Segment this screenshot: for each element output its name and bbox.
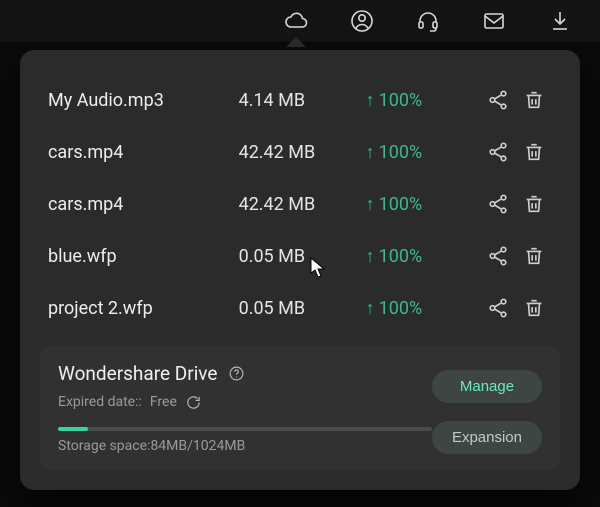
- table-row: cars.mp4 42.42 MB ↑100%: [48, 126, 552, 178]
- table-row: project 2.wfp 0.05 MB ↑100%: [48, 282, 552, 334]
- trash-icon[interactable]: [516, 245, 552, 267]
- file-name: project 2.wfp: [48, 298, 239, 319]
- expired-value: Free: [150, 394, 177, 410]
- file-name: cars.mp4: [48, 194, 239, 215]
- upload-arrow-icon: ↑: [366, 298, 375, 319]
- profile-icon[interactable]: [350, 9, 374, 33]
- share-icon[interactable]: [480, 297, 516, 319]
- trash-icon[interactable]: [516, 297, 552, 319]
- upload-arrow-icon: ↑: [366, 142, 375, 163]
- file-list: My Audio.mp3 4.14 MB ↑100% cars.mp4 42.4…: [40, 68, 560, 346]
- cloud-popover: My Audio.mp3 4.14 MB ↑100% cars.mp4 42.4…: [20, 50, 580, 490]
- trash-icon[interactable]: [516, 141, 552, 163]
- share-icon[interactable]: [480, 141, 516, 163]
- file-size: 4.14 MB: [239, 90, 366, 111]
- file-size: 0.05 MB: [239, 246, 366, 267]
- file-name: My Audio.mp3: [48, 90, 239, 111]
- upload-status: ↑100%: [366, 246, 480, 267]
- manage-button[interactable]: Manage: [432, 370, 542, 403]
- cloud-icon[interactable]: [284, 9, 308, 33]
- share-icon[interactable]: [480, 89, 516, 111]
- upload-status: ↑100%: [366, 90, 480, 111]
- file-size: 42.42 MB: [239, 194, 366, 215]
- share-icon[interactable]: [480, 193, 516, 215]
- drive-panel: Wondershare Drive Manage Expired date:: …: [40, 346, 560, 470]
- top-toolbar: [0, 0, 600, 42]
- trash-icon[interactable]: [516, 193, 552, 215]
- help-icon[interactable]: [227, 365, 245, 383]
- upload-arrow-icon: ↑: [366, 90, 375, 111]
- drive-title: Wondershare Drive: [58, 362, 217, 385]
- table-row: cars.mp4 42.42 MB ↑100%: [48, 178, 552, 230]
- mail-icon[interactable]: [482, 9, 506, 33]
- upload-arrow-icon: ↑: [366, 246, 375, 267]
- file-size: 0.05 MB: [239, 298, 366, 319]
- headset-icon[interactable]: [416, 9, 440, 33]
- storage-progress-fill: [58, 427, 88, 431]
- refresh-icon[interactable]: [185, 393, 203, 411]
- download-icon[interactable]: [548, 9, 572, 33]
- share-icon[interactable]: [480, 245, 516, 267]
- upload-arrow-icon: ↑: [366, 194, 375, 215]
- expired-label: Expired date::: [58, 394, 142, 410]
- upload-status: ↑100%: [366, 142, 480, 163]
- table-row: blue.wfp 0.05 MB ↑100%: [48, 230, 552, 282]
- storage-progress: [58, 427, 432, 431]
- expansion-button[interactable]: Expansion: [432, 421, 542, 454]
- trash-icon[interactable]: [516, 89, 552, 111]
- file-name: cars.mp4: [48, 142, 239, 163]
- file-name: blue.wfp: [48, 246, 239, 267]
- upload-status: ↑100%: [366, 194, 480, 215]
- storage-text: Storage space:84MB/1024MB: [58, 438, 432, 454]
- upload-status: ↑100%: [366, 298, 480, 319]
- file-size: 42.42 MB: [239, 142, 366, 163]
- table-row: My Audio.mp3 4.14 MB ↑100%: [48, 74, 552, 126]
